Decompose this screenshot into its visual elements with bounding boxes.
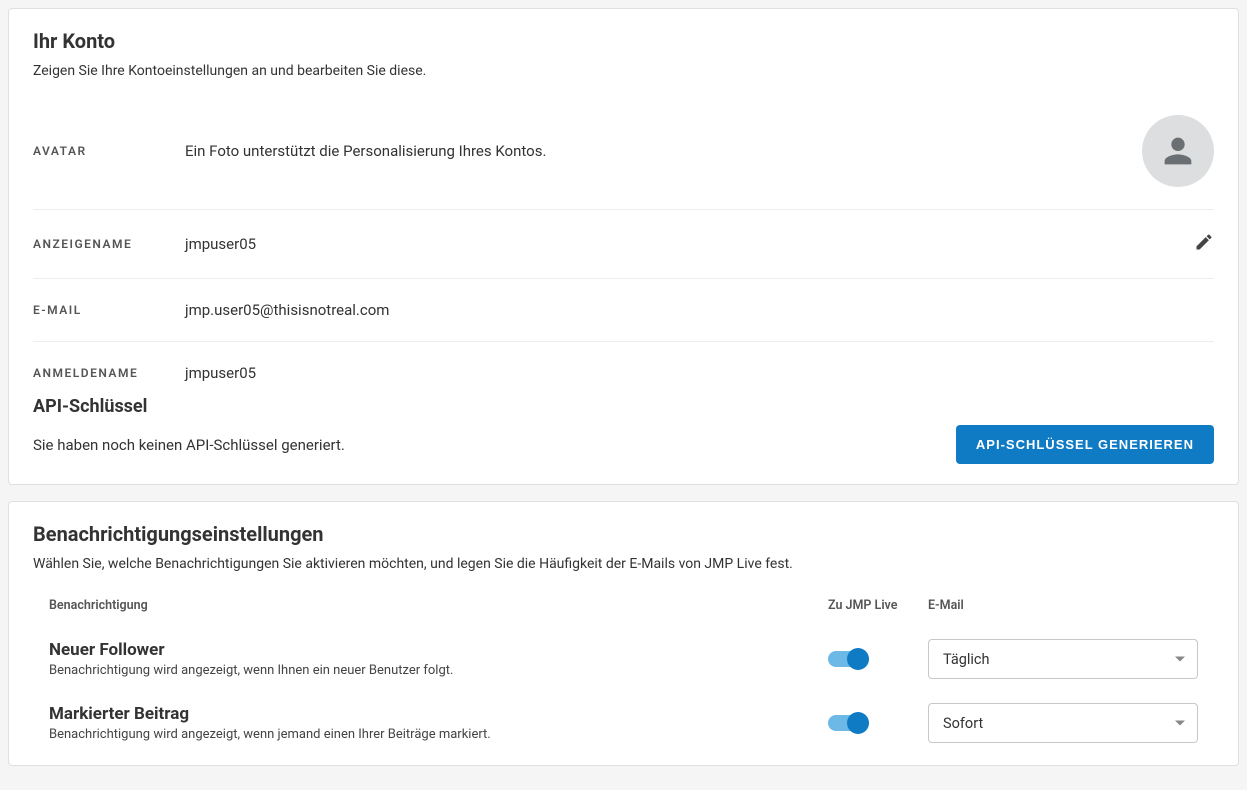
api-title: API-Schlüssel <box>33 396 1214 417</box>
notif-title-flagged-post: Markierter Beitrag <box>49 704 828 724</box>
notifications-card: Benachrichtigungseinstellungen Wählen Si… <box>8 501 1239 766</box>
label-email: E-MAIL <box>33 303 185 317</box>
person-icon <box>1158 131 1198 171</box>
account-title: Ihr Konto <box>33 29 1214 53</box>
email-freq-flagged-post[interactable]: Sofort <box>928 703 1198 743</box>
value-email: jmp.user05@thisisnotreal.com <box>185 301 1214 319</box>
label-loginname: ANMELDENAME <box>33 366 185 380</box>
notification-row-flagged-post: Markierter Beitrag Benachrichtigung wird… <box>33 691 1214 755</box>
account-card: Ihr Konto Zeigen Sie Ihre Kontoeinstellu… <box>8 8 1239 485</box>
value-avatar: Ein Foto unterstützt die Personalisierun… <box>185 142 1142 160</box>
notif-title-new-follower: Neuer Follower <box>49 640 828 660</box>
row-displayname: ANZEIGENAME jmpuser05 <box>33 210 1214 279</box>
row-loginname: ANMELDENAME jmpuser05 <box>33 342 1214 392</box>
row-email: E-MAIL jmp.user05@thisisnotreal.com <box>33 279 1214 342</box>
api-row: Sie haben noch keinen API-Schlüssel gene… <box>33 425 1214 464</box>
notification-row-new-follower: Neuer Follower Benachrichtigung wird ang… <box>33 627 1214 691</box>
select-value: Täglich <box>943 651 990 668</box>
notifications-header: Benachrichtigung Zu JMP Live E-Mail <box>33 586 1214 627</box>
avatar[interactable] <box>1142 115 1214 187</box>
header-tojmplive: Zu JMP Live <box>828 598 928 613</box>
label-displayname: ANZEIGENAME <box>33 237 185 251</box>
label-avatar: AVATAR <box>33 144 185 158</box>
value-displayname: jmpuser05 <box>185 235 1194 253</box>
api-text: Sie haben noch keinen API-Schlüssel gene… <box>33 436 345 454</box>
notif-desc-new-follower: Benachrichtigung wird angezeigt, wenn Ih… <box>49 663 828 678</box>
toggle-new-follower[interactable] <box>828 651 866 667</box>
toggle-flagged-post[interactable] <box>828 715 866 731</box>
value-loginname: jmpuser05 <box>185 364 1214 382</box>
chevron-down-icon <box>1175 721 1185 726</box>
header-email: E-Mail <box>928 598 1198 613</box>
notifications-title: Benachrichtigungseinstellungen <box>33 522 1214 546</box>
notif-desc-flagged-post: Benachrichtigung wird angezeigt, wenn je… <box>49 727 828 742</box>
chevron-down-icon <box>1175 657 1185 662</box>
email-freq-new-follower[interactable]: Täglich <box>928 639 1198 679</box>
row-avatar: AVATAR Ein Foto unterstützt die Personal… <box>33 93 1214 210</box>
account-subtitle: Zeigen Sie Ihre Kontoeinstellungen an un… <box>33 63 1214 79</box>
generate-api-key-button[interactable]: API-SCHLÜSSEL GENERIEREN <box>956 425 1214 464</box>
pencil-icon <box>1194 232 1214 252</box>
header-notification: Benachrichtigung <box>49 598 828 613</box>
select-value: Sofort <box>943 715 983 732</box>
edit-displayname-button[interactable] <box>1194 232 1214 252</box>
notifications-subtitle: Wählen Sie, welche Benachrichtigungen Si… <box>33 556 1214 572</box>
